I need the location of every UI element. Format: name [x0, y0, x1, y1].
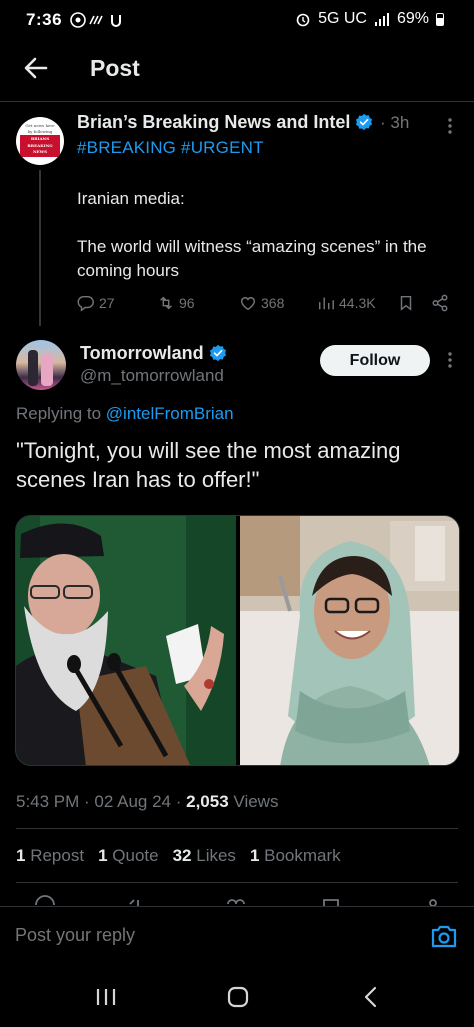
alarm-icon [296, 13, 310, 27]
stat-count: 1 [249, 846, 260, 865]
reply-count: 27 [99, 295, 115, 311]
like-count: 368 [261, 295, 285, 311]
photo-woman-hijab [240, 516, 459, 765]
reply-icon [77, 295, 94, 312]
author-name-text: Tomorrowland [80, 343, 204, 363]
recent-apps-button[interactable] [91, 982, 121, 1012]
reply-input[interactable] [15, 925, 395, 946]
repost-button[interactable]: 96 [157, 294, 195, 312]
post-media[interactable] [15, 515, 460, 766]
system-nav-bar [0, 962, 474, 1027]
stat-label: Likes [196, 846, 236, 865]
avatar[interactable]: Get news here by following BRIANS BREAKI… [16, 117, 64, 165]
stat-bookmarks[interactable]: 1 Bookmark [250, 846, 341, 866]
author-name[interactable]: Tomorrowland [80, 343, 227, 364]
author-name-text: Brian’s Breaking News and Intel [77, 112, 351, 132]
reply-bar [0, 906, 474, 962]
verified-badge-icon [356, 113, 373, 131]
engagement-stats: 1 Repost 1 Quote 32 Likes 1 Bookmark [16, 846, 341, 866]
share-icon [432, 294, 448, 312]
stat-label: Bookmark [264, 846, 341, 865]
repost-icon [160, 296, 172, 310]
post-body: "Tonight, you will see the most amazing … [16, 438, 401, 492]
verified-badge-icon [209, 344, 226, 362]
share-button[interactable] [431, 294, 449, 312]
follow-button[interactable]: Follow [320, 345, 430, 376]
avatar-text-1: Get news here [25, 123, 55, 128]
replying-to: Replying to @intelFromBrian [16, 404, 234, 424]
stat-count: 1 [98, 846, 108, 865]
author-handle[interactable]: @m_tomorrowland [80, 366, 224, 386]
stat-count: 32 [172, 846, 192, 865]
network-label: 5G UC [318, 10, 367, 27]
repost-count: 96 [179, 295, 195, 311]
battery-percent: 69% [396, 10, 429, 27]
view-count: 44.3K [339, 295, 376, 311]
heart-icon [240, 297, 256, 311]
stat-reposts[interactable]: 1 Repost [16, 846, 84, 866]
post-body: Iranian media: The world will witness “a… [77, 187, 457, 307]
analytics-icon [318, 297, 334, 310]
post-body-line: Iranian media: [77, 189, 185, 208]
media-image-right[interactable] [240, 516, 459, 765]
stat-quotes[interactable]: 1 Quote [98, 846, 159, 866]
home-button[interactable] [223, 982, 253, 1012]
replying-prefix: Replying to [16, 404, 102, 423]
media-image-left[interactable] [16, 516, 236, 765]
bookmark-icon [400, 295, 412, 311]
views-count: 2,053 [186, 792, 229, 811]
like-button[interactable]: 368 [239, 294, 284, 312]
avatar-text-5: NEWS [32, 149, 48, 154]
views-button[interactable]: 44.3K [317, 294, 376, 312]
status-time: 7:36 [26, 10, 63, 29]
more-options-icon[interactable] [440, 116, 460, 136]
bookmark-button[interactable] [397, 294, 415, 312]
post-body-line: The world will witness “amazing scenes” … [77, 237, 427, 280]
avatar[interactable] [16, 340, 66, 390]
stat-label: Repost [30, 846, 85, 865]
reply-button[interactable]: 27 [77, 294, 115, 312]
stat-label: Quote [112, 846, 159, 865]
home-icon [227, 986, 249, 1008]
status-right: 5G UC 69% [295, 10, 444, 28]
notification-icons [70, 11, 130, 32]
replying-mention[interactable]: @intelFromBrian [106, 404, 234, 423]
post-actions: 27 96 368 44.3K [77, 294, 457, 316]
top-bar: Post [0, 40, 474, 102]
post-timestamp: 5:43 PM · 02 Aug 24 · 2,053 Views [16, 792, 278, 812]
stat-count: 1 [16, 846, 26, 865]
avatar-figure [28, 350, 38, 386]
system-back-button[interactable] [356, 982, 386, 1012]
camera-icon[interactable] [430, 923, 458, 949]
hashtags[interactable]: #BREAKING #URGENT [77, 138, 264, 158]
chevron-left-icon [364, 986, 377, 1008]
divider [16, 882, 458, 883]
avatar-text-4: BREAKING [27, 143, 53, 148]
thread-line [39, 170, 41, 326]
stat-likes[interactable]: 32 Likes [173, 846, 236, 866]
battery-icon [436, 12, 444, 26]
recent-apps-icon [96, 989, 116, 1005]
status-bar: 7:36 5G UC 69% [0, 0, 474, 40]
avatar-text-2: by following [27, 129, 53, 134]
timestamp-text: 5:43 PM · 02 Aug 24 · [16, 792, 182, 811]
back-arrow-icon[interactable] [22, 54, 50, 82]
author-name[interactable]: Brian’s Breaking News and Intel [77, 112, 373, 133]
avatar-text-3: BRIANS [30, 136, 50, 141]
photo-cleric [16, 516, 236, 765]
more-options-icon[interactable] [440, 350, 460, 370]
avatar-figure [41, 354, 53, 386]
post-time: · 3h [380, 113, 410, 132]
views-label: Views [233, 792, 279, 811]
signal-icon [374, 13, 389, 26]
page-title: Post [90, 55, 140, 81]
avatar-logo-band: BRIANS BREAKING NEWS [20, 135, 60, 157]
divider [16, 828, 458, 829]
